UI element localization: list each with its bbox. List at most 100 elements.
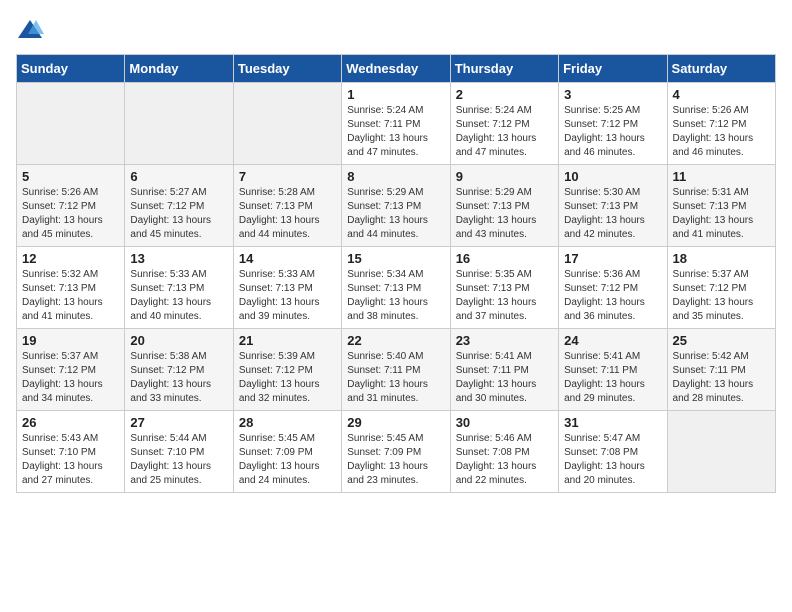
day-number: 13 bbox=[130, 251, 227, 266]
day-info: Sunrise: 5:45 AM Sunset: 7:09 PM Dayligh… bbox=[347, 432, 444, 488]
day-info: Sunrise: 5:46 AM Sunset: 7:08 PM Dayligh… bbox=[456, 432, 553, 488]
calendar-cell: 5 Sunrise: 5:26 AM Sunset: 7:12 PM Daylig… bbox=[17, 165, 125, 247]
logo bbox=[16, 16, 48, 44]
day-info: Sunrise: 5:44 AM Sunset: 7:10 PM Dayligh… bbox=[130, 432, 227, 488]
calendar-cell: 30Sunrise: 5:46 AM Sunset: 7:08 PM Dayli… bbox=[450, 411, 558, 493]
day-number: 15 bbox=[347, 251, 444, 266]
day-number: 20 bbox=[130, 333, 227, 348]
calendar-cell bbox=[17, 83, 125, 165]
calendar-cell: 20 Sunrise: 5:38 AM Sunset: 7:12 PM Dayli… bbox=[125, 329, 233, 411]
day-info: Sunrise: 5:24 AM Sunset: 7:12 PM Dayligh… bbox=[456, 104, 553, 160]
calendar-cell: 29 Sunrise: 5:45 AM Sunset: 7:09 PM Dayli… bbox=[342, 411, 450, 493]
calendar-cell: 1 Sunrise: 5:24 AM Sunset: 7:11 PM Daylig… bbox=[342, 83, 450, 165]
calendar-cell: 24 Sunrise: 5:41 AM Sunset: 7:11 PM Dayli… bbox=[559, 329, 667, 411]
day-info: Sunrise: 5:31 AM Sunset: 7:13 PM Dayligh… bbox=[673, 186, 770, 242]
day-number: 14 bbox=[239, 251, 336, 266]
calendar-week-2: 5 Sunrise: 5:26 AM Sunset: 7:12 PM Daylig… bbox=[17, 165, 776, 247]
day-number: 24 bbox=[564, 333, 661, 348]
calendar-cell: 4 Sunrise: 5:26 AM Sunset: 7:12 PM Daylig… bbox=[667, 83, 775, 165]
day-number: 9 bbox=[456, 169, 553, 184]
weekday-header-sunday: Sunday bbox=[17, 55, 125, 83]
day-number: 23 bbox=[456, 333, 553, 348]
day-info: Sunrise: 5:39 AM Sunset: 7:12 PM Dayligh… bbox=[239, 350, 336, 406]
day-info: Sunrise: 5:36 AM Sunset: 7:12 PM Dayligh… bbox=[564, 268, 661, 324]
calendar-cell: 11 Sunrise: 5:31 AM Sunset: 7:13 PM Dayli… bbox=[667, 165, 775, 247]
day-info: Sunrise: 5:41 AM Sunset: 7:11 PM Dayligh… bbox=[564, 350, 661, 406]
weekday-header-row: SundayMondayTuesdayWednesdayThursdayFrid… bbox=[17, 55, 776, 83]
weekday-header-tuesday: Tuesday bbox=[233, 55, 341, 83]
calendar-cell: 18 Sunrise: 5:37 AM Sunset: 7:12 PM Dayli… bbox=[667, 247, 775, 329]
day-number: 31 bbox=[564, 415, 661, 430]
day-number: 21 bbox=[239, 333, 336, 348]
day-info: Sunrise: 5:42 AM Sunset: 7:11 PM Dayligh… bbox=[673, 350, 770, 406]
day-info: Sunrise: 5:29 AM Sunset: 7:13 PM Dayligh… bbox=[347, 186, 444, 242]
day-info: Sunrise: 5:33 AM Sunset: 7:13 PM Dayligh… bbox=[239, 268, 336, 324]
day-number: 8 bbox=[347, 169, 444, 184]
day-info: Sunrise: 5:29 AM Sunset: 7:13 PM Dayligh… bbox=[456, 186, 553, 242]
day-number: 5 bbox=[22, 169, 119, 184]
calendar-cell: 27Sunrise: 5:44 AM Sunset: 7:10 PM Dayli… bbox=[125, 411, 233, 493]
day-number: 1 bbox=[347, 87, 444, 102]
weekday-header-monday: Monday bbox=[125, 55, 233, 83]
day-number: 18 bbox=[673, 251, 770, 266]
day-number: 29 bbox=[347, 415, 444, 430]
day-number: 12 bbox=[22, 251, 119, 266]
calendar-cell: 2 Sunrise: 5:24 AM Sunset: 7:12 PM Daylig… bbox=[450, 83, 558, 165]
day-info: Sunrise: 5:43 AM Sunset: 7:10 PM Dayligh… bbox=[22, 432, 119, 488]
weekday-header-friday: Friday bbox=[559, 55, 667, 83]
day-number: 4 bbox=[673, 87, 770, 102]
calendar-cell: 23 Sunrise: 5:41 AM Sunset: 7:11 PM Dayli… bbox=[450, 329, 558, 411]
calendar-week-4: 19Sunrise: 5:37 AM Sunset: 7:12 PM Dayli… bbox=[17, 329, 776, 411]
calendar-week-3: 12 Sunrise: 5:32 AM Sunset: 7:13 PM Dayli… bbox=[17, 247, 776, 329]
day-number: 11 bbox=[673, 169, 770, 184]
day-info: Sunrise: 5:41 AM Sunset: 7:11 PM Dayligh… bbox=[456, 350, 553, 406]
day-info: Sunrise: 5:45 AM Sunset: 7:09 PM Dayligh… bbox=[239, 432, 336, 488]
day-info: Sunrise: 5:30 AM Sunset: 7:13 PM Dayligh… bbox=[564, 186, 661, 242]
day-number: 16 bbox=[456, 251, 553, 266]
day-info: Sunrise: 5:26 AM Sunset: 7:12 PM Dayligh… bbox=[22, 186, 119, 242]
calendar-cell: 14 Sunrise: 5:33 AM Sunset: 7:13 PM Dayli… bbox=[233, 247, 341, 329]
day-info: Sunrise: 5:47 AM Sunset: 7:08 PM Dayligh… bbox=[564, 432, 661, 488]
day-number: 26 bbox=[22, 415, 119, 430]
calendar-table: SundayMondayTuesdayWednesdayThursdayFrid… bbox=[16, 54, 776, 493]
day-info: Sunrise: 5:37 AM Sunset: 7:12 PM Dayligh… bbox=[673, 268, 770, 324]
calendar-cell: 28Sunrise: 5:45 AM Sunset: 7:09 PM Dayli… bbox=[233, 411, 341, 493]
day-info: Sunrise: 5:24 AM Sunset: 7:11 PM Dayligh… bbox=[347, 104, 444, 160]
calendar-cell: 13 Sunrise: 5:33 AM Sunset: 7:13 PM Dayli… bbox=[125, 247, 233, 329]
day-info: Sunrise: 5:33 AM Sunset: 7:13 PM Dayligh… bbox=[130, 268, 227, 324]
day-info: Sunrise: 5:40 AM Sunset: 7:11 PM Dayligh… bbox=[347, 350, 444, 406]
calendar-cell: 9 Sunrise: 5:29 AM Sunset: 7:13 PM Daylig… bbox=[450, 165, 558, 247]
day-number: 22 bbox=[347, 333, 444, 348]
page-header bbox=[16, 16, 776, 44]
calendar-cell: 17Sunrise: 5:36 AM Sunset: 7:12 PM Dayli… bbox=[559, 247, 667, 329]
day-info: Sunrise: 5:34 AM Sunset: 7:13 PM Dayligh… bbox=[347, 268, 444, 324]
calendar-cell: 19Sunrise: 5:37 AM Sunset: 7:12 PM Dayli… bbox=[17, 329, 125, 411]
weekday-header-thursday: Thursday bbox=[450, 55, 558, 83]
day-number: 2 bbox=[456, 87, 553, 102]
day-info: Sunrise: 5:35 AM Sunset: 7:13 PM Dayligh… bbox=[456, 268, 553, 324]
calendar-week-5: 26 Sunrise: 5:43 AM Sunset: 7:10 PM Dayli… bbox=[17, 411, 776, 493]
day-info: Sunrise: 5:25 AM Sunset: 7:12 PM Dayligh… bbox=[564, 104, 661, 160]
day-number: 10 bbox=[564, 169, 661, 184]
day-number: 25 bbox=[673, 333, 770, 348]
weekday-header-saturday: Saturday bbox=[667, 55, 775, 83]
calendar-cell: 12 Sunrise: 5:32 AM Sunset: 7:13 PM Dayli… bbox=[17, 247, 125, 329]
calendar-cell: 22 Sunrise: 5:40 AM Sunset: 7:11 PM Dayli… bbox=[342, 329, 450, 411]
calendar-cell: 7Sunrise: 5:28 AM Sunset: 7:13 PM Daylig… bbox=[233, 165, 341, 247]
calendar-cell: 10 Sunrise: 5:30 AM Sunset: 7:13 PM Dayli… bbox=[559, 165, 667, 247]
day-info: Sunrise: 5:26 AM Sunset: 7:12 PM Dayligh… bbox=[673, 104, 770, 160]
day-info: Sunrise: 5:27 AM Sunset: 7:12 PM Dayligh… bbox=[130, 186, 227, 242]
day-number: 7 bbox=[239, 169, 336, 184]
calendar-cell: 15 Sunrise: 5:34 AM Sunset: 7:13 PM Dayli… bbox=[342, 247, 450, 329]
calendar-cell bbox=[233, 83, 341, 165]
calendar-cell: 26 Sunrise: 5:43 AM Sunset: 7:10 PM Dayli… bbox=[17, 411, 125, 493]
weekday-header-wednesday: Wednesday bbox=[342, 55, 450, 83]
calendar-cell: 21 Sunrise: 5:39 AM Sunset: 7:12 PM Dayli… bbox=[233, 329, 341, 411]
calendar-cell: 8 Sunrise: 5:29 AM Sunset: 7:13 PM Daylig… bbox=[342, 165, 450, 247]
day-info: Sunrise: 5:32 AM Sunset: 7:13 PM Dayligh… bbox=[22, 268, 119, 324]
calendar-cell: 16 Sunrise: 5:35 AM Sunset: 7:13 PM Dayli… bbox=[450, 247, 558, 329]
day-number: 3 bbox=[564, 87, 661, 102]
day-number: 6 bbox=[130, 169, 227, 184]
calendar-cell: 6 Sunrise: 5:27 AM Sunset: 7:12 PM Daylig… bbox=[125, 165, 233, 247]
day-info: Sunrise: 5:38 AM Sunset: 7:12 PM Dayligh… bbox=[130, 350, 227, 406]
